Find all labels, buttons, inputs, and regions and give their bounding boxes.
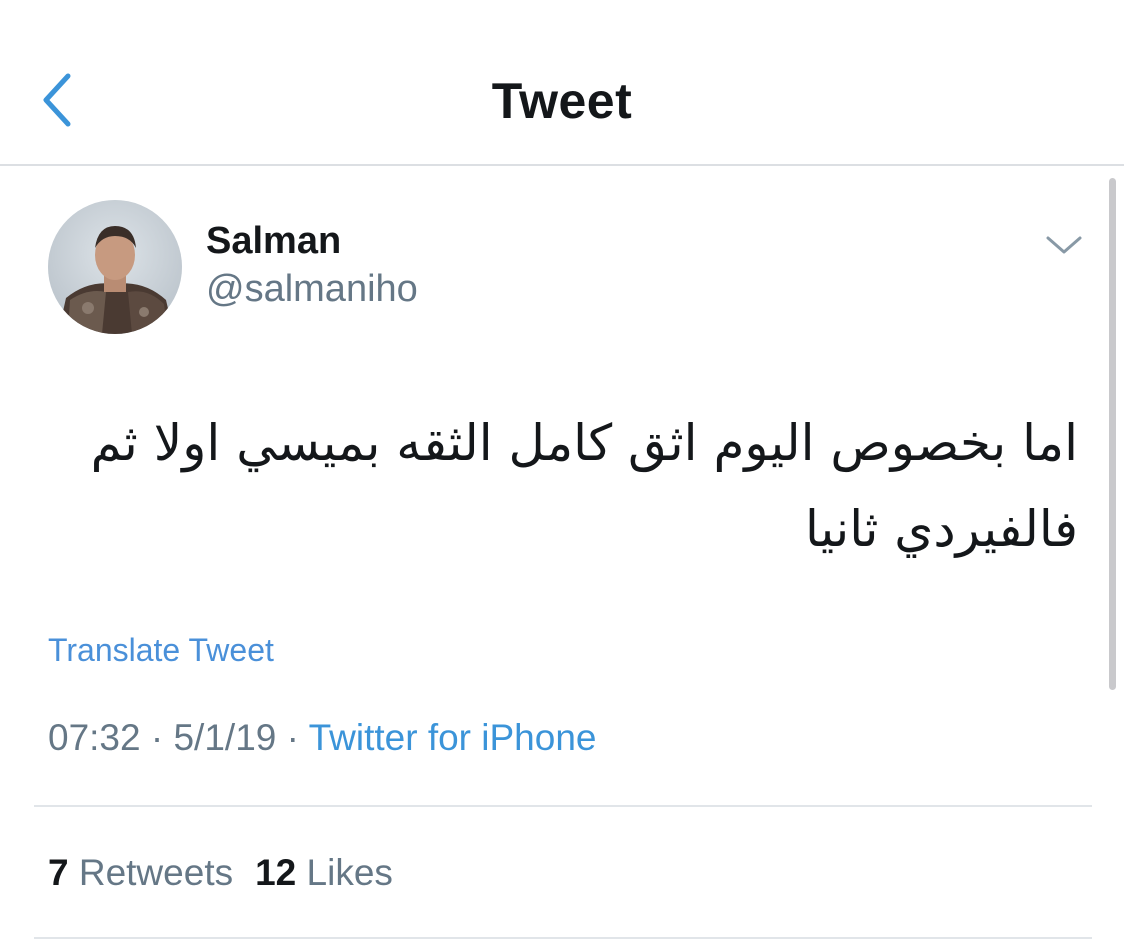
tweet-options-button[interactable] <box>1044 230 1084 260</box>
meta-separator: · <box>140 717 174 758</box>
likes-count: 12 <box>255 852 297 893</box>
navigation-header: Tweet <box>0 0 1124 166</box>
tweet-source-link[interactable]: Twitter for iPhone <box>309 717 597 758</box>
author-handle[interactable]: @salmaniho <box>206 268 418 311</box>
retweets-label: Retweets <box>78 852 234 893</box>
likes-label: Likes <box>306 852 393 893</box>
scrollbar[interactable] <box>1109 178 1116 690</box>
author-name[interactable]: Salman <box>206 220 341 263</box>
tweet-date: 5/1/19 <box>173 717 277 758</box>
avatar[interactable] <box>48 200 182 334</box>
translate-tweet-link[interactable]: Translate Tweet <box>48 632 274 669</box>
meta-separator: · <box>276 717 309 758</box>
tweet-meta: 07:32 · 5/1/19 · Twitter for iPhone <box>48 717 596 759</box>
divider <box>34 937 1092 939</box>
chevron-down-icon <box>1046 236 1082 254</box>
likes-stat[interactable]: 12 Likes <box>255 852 393 894</box>
avatar-image <box>48 200 182 334</box>
page-title: Tweet <box>491 73 633 129</box>
tweet-detail-screen: Tweet Salman @salmaniho اما بخصوص اليوم … <box>0 0 1124 940</box>
tweet-stats: 7 Retweets 12 Likes <box>48 852 393 894</box>
retweets-stat[interactable]: 7 Retweets <box>48 852 233 894</box>
divider <box>34 805 1092 807</box>
tweet-time: 07:32 <box>48 717 141 758</box>
tweet-text: اما بخصوص اليوم اثق كامل الثقه بميسي اول… <box>90 414 1078 558</box>
retweets-count: 7 <box>48 852 69 893</box>
